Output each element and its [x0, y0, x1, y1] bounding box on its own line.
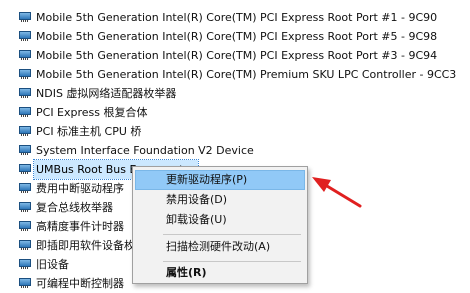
- device-icon: [19, 259, 31, 269]
- device-label: 费用中断驱动程序: [36, 182, 124, 195]
- device-icon: [19, 88, 31, 98]
- device-icon: [19, 240, 31, 250]
- device-label: Mobile 5th Generation Intel(R) Core(TM) …: [36, 49, 438, 62]
- menu-separator: [163, 234, 301, 235]
- menu-separator: [163, 261, 301, 262]
- device-icon: [19, 50, 31, 60]
- device-icon: [19, 12, 31, 22]
- device-row-ndis[interactable]: NDIS 虚拟网络适配器枚举器: [0, 84, 470, 103]
- device-icon: [19, 164, 31, 174]
- device-row-lpc-controller[interactable]: Mobile 5th Generation Intel(R) Core(TM) …: [0, 65, 470, 84]
- device-icon: [19, 126, 31, 136]
- device-label: Mobile 5th Generation Intel(R) Core(TM) …: [36, 11, 438, 24]
- device-icon: [19, 145, 31, 155]
- device-label: 复合总线枚举器: [36, 201, 113, 214]
- menu-item-scan-hardware[interactable]: 扫描检测硬件改动(A): [136, 238, 304, 256]
- device-icon: [19, 202, 31, 212]
- menu-item-uninstall-device[interactable]: 卸载设备(U): [136, 211, 304, 229]
- device-label: Mobile 5th Generation Intel(R) Core(TM) …: [36, 30, 438, 43]
- device-label: PCI Express 根复合体: [36, 106, 148, 119]
- menu-item-update-driver[interactable]: 更新驱动程序(P): [135, 170, 305, 190]
- device-label: 高精度事件计时器: [36, 220, 124, 233]
- menu-item-properties[interactable]: 属性(R): [136, 264, 304, 282]
- context-menu: 更新驱动程序(P) 禁用设备(D) 卸载设备(U) 扫描检测硬件改动(A) 属性…: [132, 166, 308, 284]
- device-row-pcie-root-complex[interactable]: PCI Express 根复合体: [0, 103, 470, 122]
- device-icon: [19, 107, 31, 117]
- device-icon: [19, 183, 31, 193]
- device-row-root-port-1[interactable]: Mobile 5th Generation Intel(R) Core(TM) …: [0, 8, 470, 27]
- device-icon: [19, 31, 31, 41]
- device-row-root-port-5[interactable]: Mobile 5th Generation Intel(R) Core(TM) …: [0, 27, 470, 46]
- menu-item-disable-device[interactable]: 禁用设备(D): [136, 191, 304, 209]
- device-label: Mobile 5th Generation Intel(R) Core(TM) …: [36, 68, 457, 81]
- device-row-root-port-3[interactable]: Mobile 5th Generation Intel(R) Core(TM) …: [0, 46, 470, 65]
- device-label: NDIS 虚拟网络适配器枚举器: [36, 87, 177, 100]
- device-label: 旧设备: [36, 258, 69, 271]
- device-row-pci-host-bridge[interactable]: PCI 标准主机 CPU 桥: [0, 122, 470, 141]
- device-icon: [19, 69, 31, 79]
- device-row-system-interface[interactable]: System Interface Foundation V2 Device: [0, 141, 470, 160]
- device-label: System Interface Foundation V2 Device: [36, 144, 254, 157]
- device-label: PCI 标准主机 CPU 桥: [36, 125, 142, 138]
- device-label: 可编程中断控制器: [36, 277, 124, 290]
- device-icon: [19, 221, 31, 231]
